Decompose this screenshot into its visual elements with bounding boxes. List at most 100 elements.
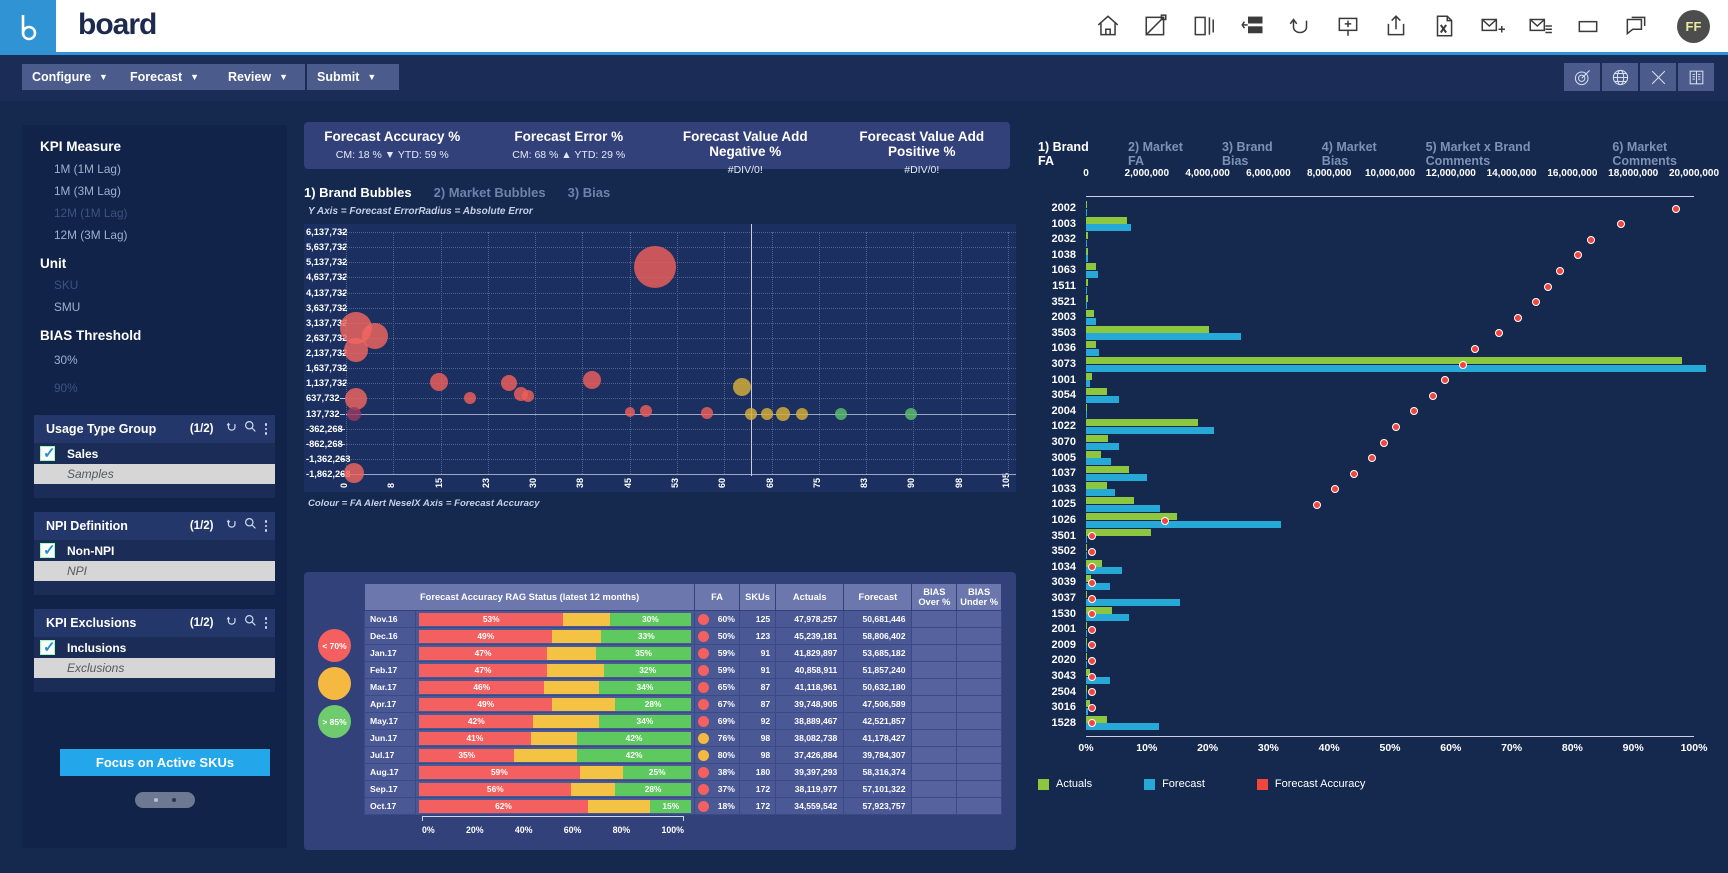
rag-status-table[interactable]: Forecast Accuracy RAG Status (latest 12 … [364, 583, 1002, 815]
bar-forecast[interactable] [1086, 365, 1706, 372]
home-icon[interactable] [1095, 13, 1121, 39]
bar-actuals[interactable] [1086, 341, 1096, 348]
bar-forecast[interactable] [1086, 458, 1111, 465]
filter-option-alt[interactable]: NPI [34, 561, 275, 581]
bar-actuals[interactable] [1086, 591, 1087, 598]
bubble-point[interactable] [745, 408, 757, 420]
table-row[interactable]: Dec.1649%33%50%12345,239,18158,806,402 [365, 628, 1002, 645]
comment-icon[interactable] [1623, 13, 1649, 39]
fa-marker[interactable] [1088, 595, 1096, 603]
bubble-point[interactable] [430, 373, 448, 391]
avatar[interactable]: FF [1677, 10, 1710, 43]
tab-brand-bubbles[interactable]: 1) Brand Bubbles [304, 185, 412, 200]
table-row[interactable]: Jan.1747%35%59%9141,829,89753,685,182 [365, 645, 1002, 662]
fa-marker[interactable] [1617, 220, 1625, 228]
fa-marker[interactable] [1429, 392, 1437, 400]
reset-icon[interactable] [226, 614, 239, 632]
bar-actuals[interactable] [1086, 248, 1088, 255]
fa-marker[interactable] [1088, 688, 1096, 696]
target-icon[interactable] [1564, 63, 1600, 91]
unit-option-smu[interactable]: SMU [22, 296, 287, 318]
bar-forecast[interactable] [1086, 521, 1281, 528]
bar-forecast[interactable] [1086, 271, 1098, 278]
book-icon[interactable] [1678, 63, 1714, 91]
fa-marker[interactable] [1088, 704, 1096, 712]
panel-menu-icon[interactable] [265, 520, 268, 532]
bar-actuals[interactable] [1086, 404, 1087, 411]
board-logo-mark[interactable] [0, 0, 56, 52]
fa-marker[interactable] [1514, 314, 1522, 322]
excel-export-icon[interactable] [1431, 13, 1457, 39]
fa-marker[interactable] [1088, 673, 1096, 681]
fa-marker[interactable] [1410, 407, 1418, 415]
table-row[interactable]: Apr.1749%28%67%8739,748,90547,506,589 [365, 696, 1002, 713]
bubble-point[interactable] [776, 407, 790, 421]
table-row[interactable]: Aug.1759%25%38%18039,397,29358,316,374 [365, 764, 1002, 781]
fa-marker[interactable] [1088, 532, 1096, 540]
kpi-card-fva-positive[interactable]: Forecast Value Add Positive % #DIV/0! [834, 122, 1011, 169]
window-icon[interactable] [1575, 13, 1601, 39]
tab-brand-bias[interactable]: 3) Brand Bias [1222, 140, 1298, 168]
kpi-card-forecast-error[interactable]: Forecast Error % CM: 68 % ▲ YTD: 29 % [481, 122, 658, 169]
bar-forecast[interactable] [1086, 240, 1087, 247]
table-row[interactable]: Jul.1735%42%80%9837,426,88439,784,307 [365, 747, 1002, 764]
bar-forecast[interactable] [1086, 661, 1087, 668]
bar-forecast[interactable] [1086, 723, 1159, 730]
filter-option-checked[interactable]: Inclusions [34, 637, 275, 658]
fa-marker[interactable] [1161, 517, 1169, 525]
fa-marker[interactable] [1088, 548, 1096, 556]
bar-actuals[interactable] [1086, 357, 1682, 364]
bubble-point[interactable] [522, 390, 534, 402]
sidebar-pager[interactable] [135, 792, 195, 808]
reset-icon[interactable] [226, 517, 239, 535]
bubble-point[interactable] [464, 392, 476, 404]
bubble-point[interactable] [347, 407, 361, 421]
bar-forecast[interactable] [1086, 380, 1090, 387]
filter-option-checked[interactable]: Sales [34, 443, 275, 464]
bar-forecast[interactable] [1086, 411, 1087, 418]
filter-option-alt[interactable]: Exclusions [34, 658, 275, 678]
fa-marker[interactable] [1368, 454, 1376, 462]
kpi-measure-option-1m-3m[interactable]: 1M (3M Lag) [22, 180, 287, 202]
tab-brand-fa[interactable]: 1) Brand FA [1038, 140, 1104, 168]
new-mail-icon[interactable] [1479, 13, 1505, 39]
share-icon[interactable] [1383, 13, 1409, 39]
tools-icon[interactable] [1640, 63, 1676, 91]
bar-actuals[interactable] [1086, 295, 1088, 302]
fa-marker[interactable] [1672, 205, 1680, 213]
bar-actuals[interactable] [1086, 466, 1129, 473]
table-row[interactable]: Mar.1746%34%65%8741,118,96150,632,180 [365, 679, 1002, 696]
bar-actuals[interactable] [1086, 201, 1087, 208]
fa-marker[interactable] [1331, 485, 1339, 493]
fa-marker[interactable] [1574, 251, 1582, 259]
bar-forecast[interactable] [1086, 505, 1160, 512]
checkbox-icon[interactable] [40, 543, 55, 558]
bar-actuals[interactable] [1086, 544, 1087, 551]
bubble-point[interactable] [640, 405, 652, 417]
kpi-measure-option-12m-1m[interactable]: 12M (1M Lag) [22, 202, 287, 224]
bubble-point[interactable] [625, 407, 635, 417]
design-icon[interactable] [1143, 13, 1169, 39]
brand-fa-chart[interactable]: 02,000,0004,000,0006,000,0008,000,00010,… [1038, 168, 1702, 768]
bar-actuals[interactable] [1086, 217, 1127, 224]
kpi-card-forecast-accuracy[interactable]: Forecast Accuracy % CM: 18 % ▼ YTD: 59 % [304, 122, 481, 169]
fa-marker[interactable] [1088, 657, 1096, 665]
bar-forecast[interactable] [1086, 630, 1087, 637]
checkbox-icon[interactable] [40, 640, 55, 655]
bar-actuals[interactable] [1086, 451, 1101, 458]
bar-forecast[interactable] [1086, 599, 1180, 606]
bar-actuals[interactable] [1086, 388, 1107, 395]
bubble-point[interactable] [905, 408, 917, 420]
search-icon[interactable] [244, 614, 257, 632]
bar-forecast[interactable] [1086, 255, 1088, 262]
bubble-point[interactable] [796, 408, 808, 420]
bar-actuals[interactable] [1086, 310, 1094, 317]
tab-market-x-brand-comments[interactable]: 5) Market x Brand Comments [1426, 140, 1589, 168]
bar-forecast[interactable] [1086, 536, 1087, 543]
bar-actuals[interactable] [1086, 419, 1198, 426]
bar-forecast[interactable] [1086, 209, 1087, 216]
bar-forecast[interactable] [1086, 443, 1119, 450]
filter-option-alt[interactable]: Samples [34, 464, 275, 484]
fa-marker[interactable] [1544, 283, 1552, 291]
unit-option-sku[interactable]: SKU [22, 274, 287, 296]
